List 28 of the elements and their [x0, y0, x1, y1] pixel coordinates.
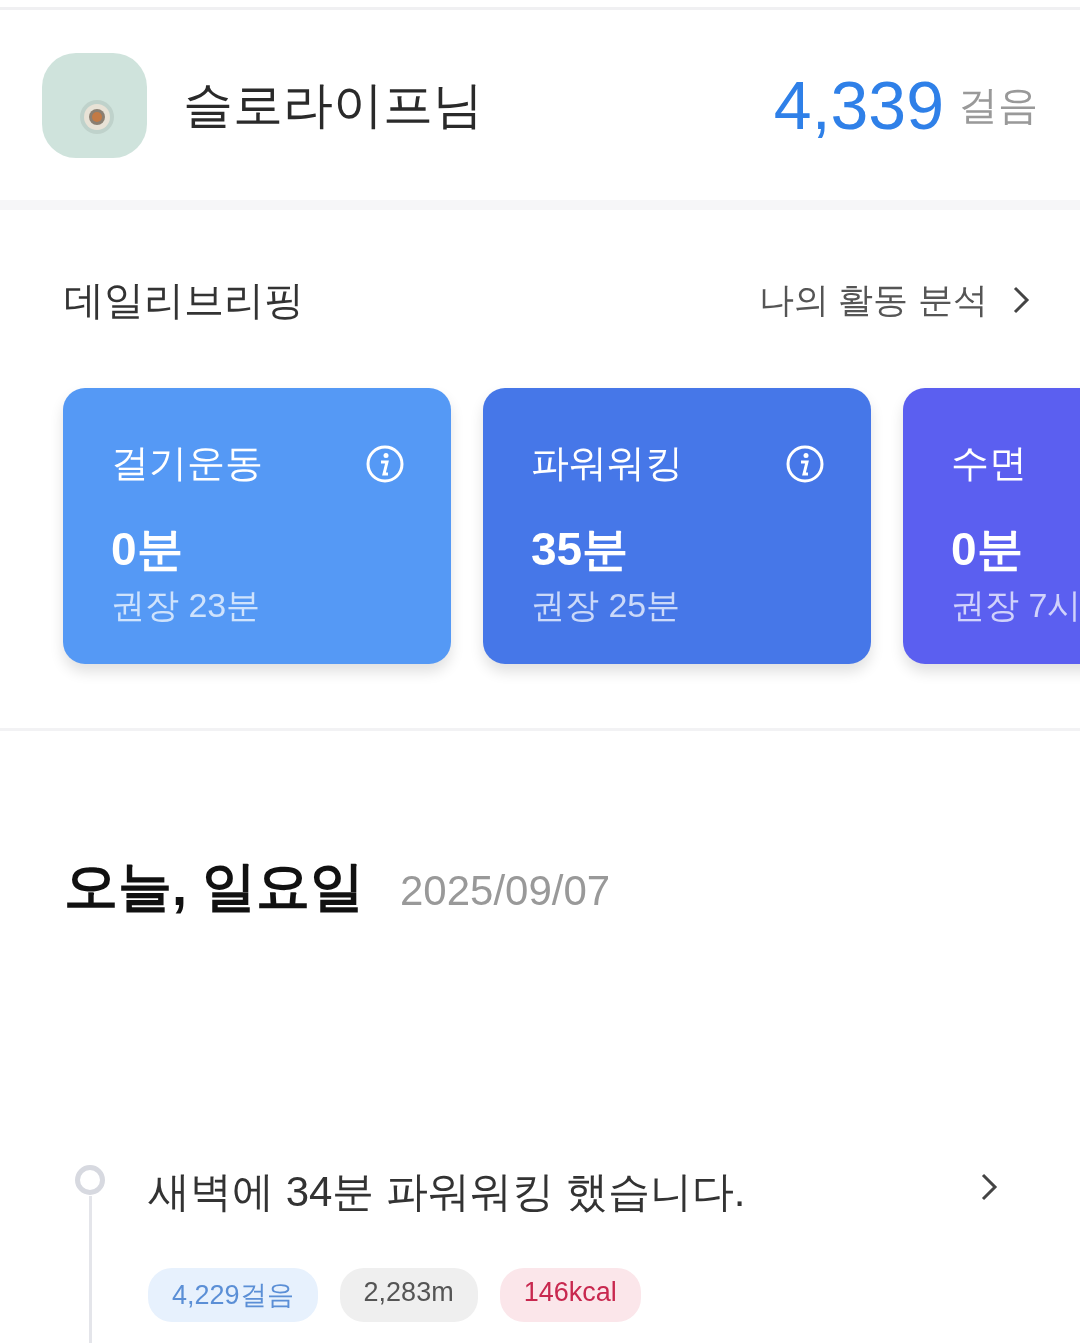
stat-tag: 4,229걸음 — [148, 1268, 318, 1322]
info-icon[interactable] — [785, 443, 825, 484]
day-date: 2025/09/07 — [400, 867, 611, 915]
step-count: 4,339 — [773, 66, 944, 144]
chevron-right-icon[interactable] — [980, 1172, 998, 1202]
chevron-right-icon — [1012, 285, 1030, 315]
card-recommended: 권장 25분 — [531, 585, 682, 626]
card-title: 파워워킹 — [531, 441, 683, 486]
card-title: 수면 — [951, 441, 1027, 486]
section-title: 데일리브리핑 — [64, 276, 304, 324]
card-value: 35분 — [531, 522, 630, 577]
activity-analysis-link[interactable]: 나의 활동 분석 — [758, 276, 1030, 324]
info-icon[interactable] — [365, 443, 405, 484]
activity-card[interactable]: 수면 0분 권장 7시 — [903, 388, 1080, 664]
card-value: 0분 — [111, 522, 184, 577]
activity-card[interactable]: 파워워킹 35분 권장 25분 — [483, 388, 871, 664]
step-unit: 걸음 — [958, 81, 1038, 129]
card-recommended: 권장 7시 — [951, 585, 1080, 626]
card-value: 0분 — [951, 522, 1024, 577]
user-name: 슬로라이프님 — [183, 75, 484, 135]
stat-tag: 146kcal — [499, 1268, 641, 1322]
card-title: 걸기운동 — [111, 441, 263, 486]
stat-tag: 2,283m — [339, 1268, 478, 1322]
card-recommended: 권장 23분 — [111, 585, 262, 626]
activity-card[interactable]: 걸기운동 0분 권장 23분 — [63, 388, 451, 664]
timeline-text[interactable]: 새벽에 34분 파워워킹 했습니다. — [148, 1168, 746, 1215]
timeline-dot-icon — [74, 1164, 106, 1196]
day-title: 오늘, 일요일 — [64, 855, 364, 918]
